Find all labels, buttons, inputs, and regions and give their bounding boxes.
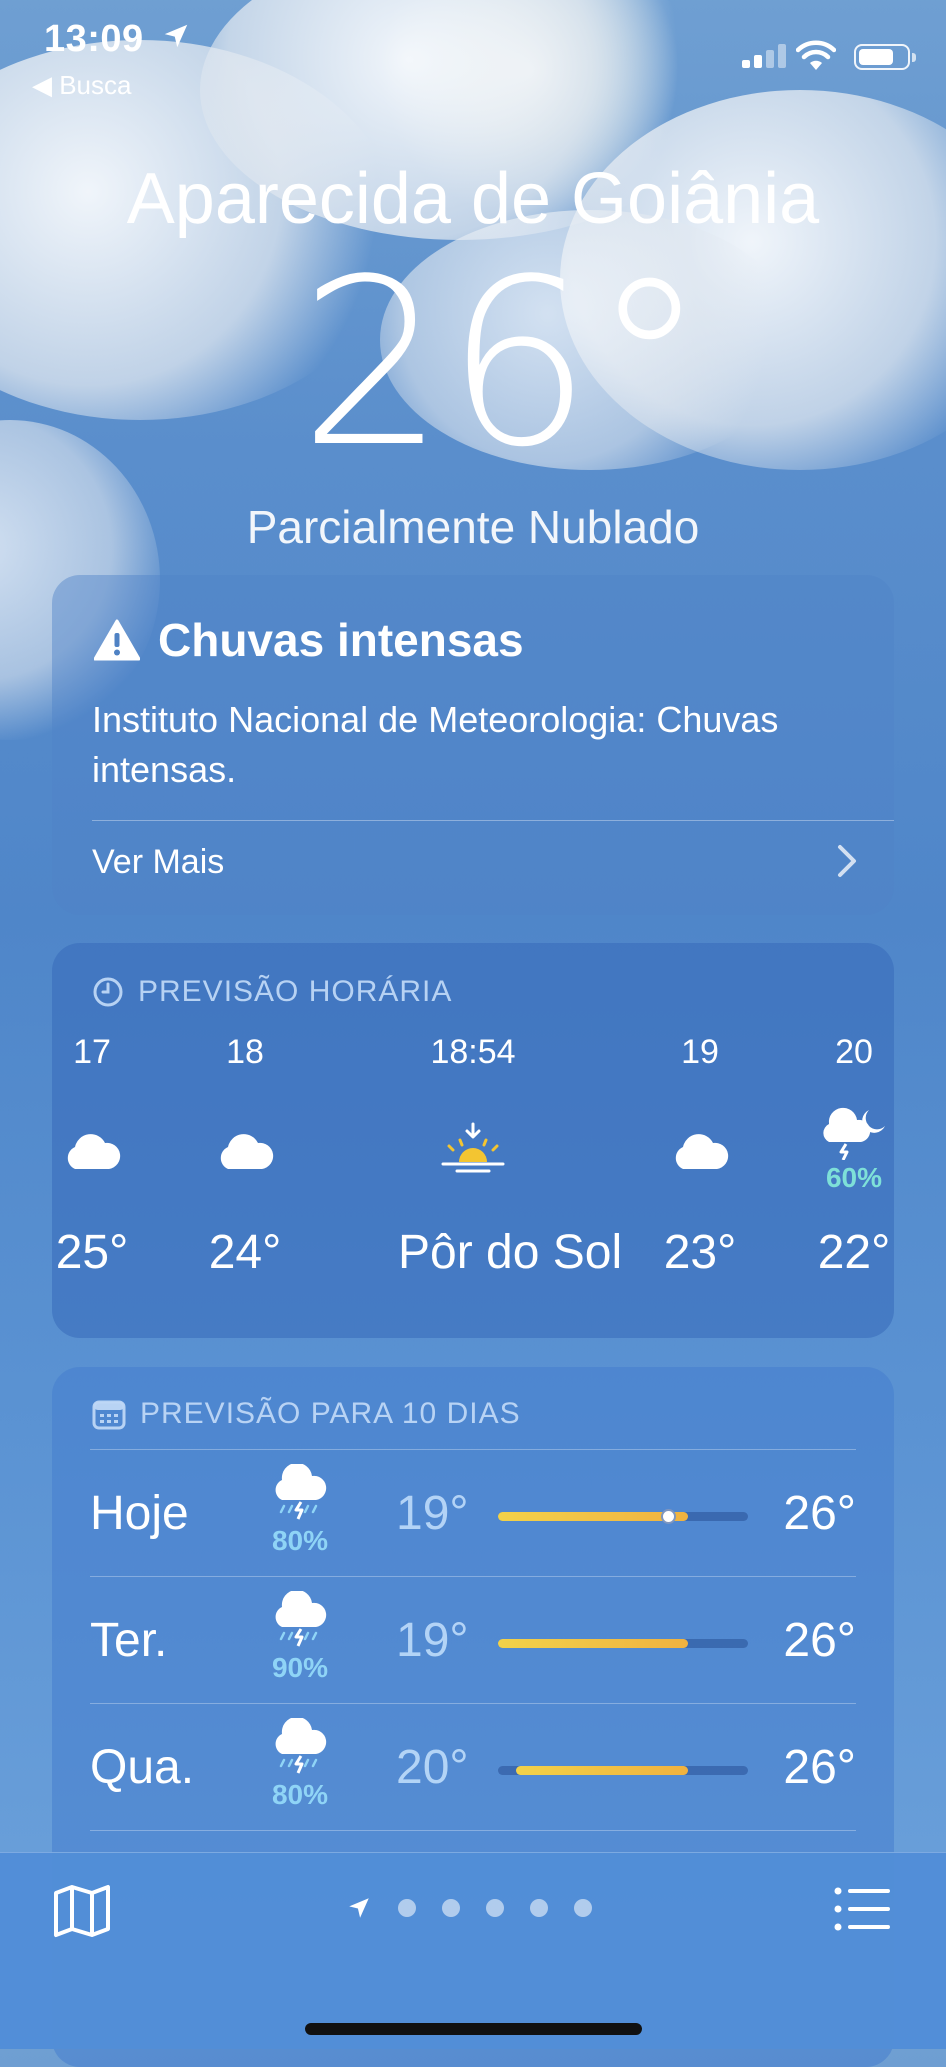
list-icon[interactable] bbox=[834, 1887, 890, 1936]
hour-item: 20 60% 22° bbox=[779, 1033, 929, 1280]
temperature-range-fill bbox=[498, 1639, 688, 1648]
hour-label: 17 bbox=[73, 1033, 111, 1071]
clock-icon bbox=[93, 977, 123, 1007]
precipitation-chance: 60% bbox=[825, 1162, 883, 1193]
temperature-range-fill bbox=[515, 1766, 688, 1775]
hour-label: 18 bbox=[226, 1033, 264, 1071]
hourly-header-text: PREVISÃO HORÁRIA bbox=[138, 975, 453, 1008]
cellular-signal-icon bbox=[742, 44, 786, 68]
thunderstorm-icon: 80% bbox=[260, 1716, 340, 1811]
sunset-icon bbox=[398, 1095, 548, 1205]
hour-label: 20 bbox=[835, 1033, 873, 1071]
thunderstorm-icon: 80% bbox=[260, 1462, 340, 1557]
hour-temp: 25° bbox=[55, 1226, 129, 1279]
city-name: Aparecida de Goiânia bbox=[126, 159, 820, 239]
back-to-search-link[interactable]: ◀ Busca bbox=[32, 70, 131, 101]
low-temp: 19° bbox=[396, 1487, 469, 1540]
hour-item: 17 25° bbox=[17, 1033, 167, 1280]
wifi-icon bbox=[796, 40, 836, 70]
thunderstorm-moon-icon: 60% bbox=[779, 1095, 929, 1205]
temperature-range-fill bbox=[498, 1512, 688, 1521]
clock-text: 13:09 bbox=[44, 18, 144, 60]
current-condition: Parcialmente Nublado bbox=[246, 501, 700, 553]
day-row-2[interactable]: Qua. 80% 20° 26° bbox=[90, 1703, 856, 1831]
precipitation-chance: 80% bbox=[271, 1779, 329, 1810]
status-time: 13:09 bbox=[44, 18, 191, 61]
hour-item: 18 24° bbox=[170, 1033, 320, 1280]
location-arrow-icon bbox=[164, 24, 188, 48]
day-row-0[interactable]: Hoje 80% 19° 26° bbox=[90, 1449, 856, 1577]
cloud-icon bbox=[17, 1095, 167, 1205]
cloud-icon bbox=[170, 1095, 320, 1205]
day-name: Qua. bbox=[90, 1741, 195, 1794]
page-dot[interactable] bbox=[574, 1899, 592, 1917]
page-dot[interactable] bbox=[442, 1899, 460, 1917]
hour-label: 18:54 bbox=[430, 1033, 516, 1071]
hour-item-sunset: 18:54 Pôr do Sol bbox=[398, 1033, 623, 1280]
status-bar: 13:09 ◀ Busca bbox=[0, 0, 946, 110]
alert-title: Chuvas intensas bbox=[94, 613, 524, 667]
chevron-right-icon[interactable] bbox=[836, 843, 858, 889]
battery-icon bbox=[854, 44, 916, 70]
day-name: Ter. bbox=[90, 1614, 168, 1667]
precipitation-chance: 90% bbox=[271, 1652, 329, 1683]
hourly-forecast-header: PREVISÃO HORÁRIA bbox=[92, 975, 452, 1009]
map-icon[interactable] bbox=[52, 1883, 112, 1944]
current-temperature: 26° bbox=[299, 231, 707, 498]
divider bbox=[92, 820, 894, 821]
home-indicator[interactable] bbox=[305, 2023, 642, 2035]
ten-day-forecast-header: PREVISÃO PARA 10 DIAS bbox=[92, 1397, 521, 1431]
calendar-icon bbox=[92, 1400, 126, 1430]
low-temp: 19° bbox=[396, 1614, 469, 1667]
high-temp: 26° bbox=[783, 1487, 856, 1540]
precipitation-chance: 80% bbox=[271, 1525, 329, 1556]
day-row-1[interactable]: Ter. 90% 19° 26° bbox=[90, 1576, 856, 1704]
hour-label: 19 bbox=[681, 1033, 719, 1071]
high-temp: 26° bbox=[783, 1741, 856, 1794]
weather-alert-card[interactable]: Chuvas intensas Instituto Nacional de Me… bbox=[52, 575, 894, 915]
ten-day-header-text: PREVISÃO PARA 10 DIAS bbox=[140, 1397, 521, 1430]
page-dot[interactable] bbox=[486, 1899, 504, 1917]
hour-temp: Pôr do Sol bbox=[398, 1226, 623, 1279]
hourly-forecast-card[interactable]: PREVISÃO HORÁRIA 17 25° 18 24° 18:54 Pôr… bbox=[52, 943, 894, 1338]
alert-title-text: Chuvas intensas bbox=[158, 614, 524, 666]
alert-body: Instituto Nacional de Meteorologia: Chuv… bbox=[92, 699, 779, 790]
hour-temp: 22° bbox=[817, 1226, 891, 1279]
warning-icon bbox=[94, 619, 140, 661]
page-dot[interactable] bbox=[398, 1899, 416, 1917]
temperature-range-bar bbox=[498, 1766, 748, 1775]
bottom-toolbar bbox=[0, 1852, 946, 2049]
page-indicator[interactable] bbox=[346, 1895, 592, 1921]
hour-item: 19 23° bbox=[625, 1033, 775, 1280]
day-name: Hoje bbox=[90, 1487, 189, 1540]
current-temp-marker bbox=[661, 1509, 676, 1524]
hour-temp: 24° bbox=[208, 1226, 282, 1279]
page-dot[interactable] bbox=[530, 1899, 548, 1917]
temperature-range-bar bbox=[498, 1639, 748, 1648]
low-temp: 20° bbox=[396, 1741, 469, 1794]
thunderstorm-icon: 90% bbox=[260, 1589, 340, 1684]
see-more-link[interactable]: Ver Mais bbox=[92, 843, 224, 882]
hour-temp: 23° bbox=[663, 1226, 737, 1279]
location-arrow-icon bbox=[349, 1898, 369, 1918]
high-temp: 26° bbox=[783, 1614, 856, 1667]
cloud-icon bbox=[625, 1095, 775, 1205]
temperature-range-bar bbox=[498, 1509, 748, 1524]
